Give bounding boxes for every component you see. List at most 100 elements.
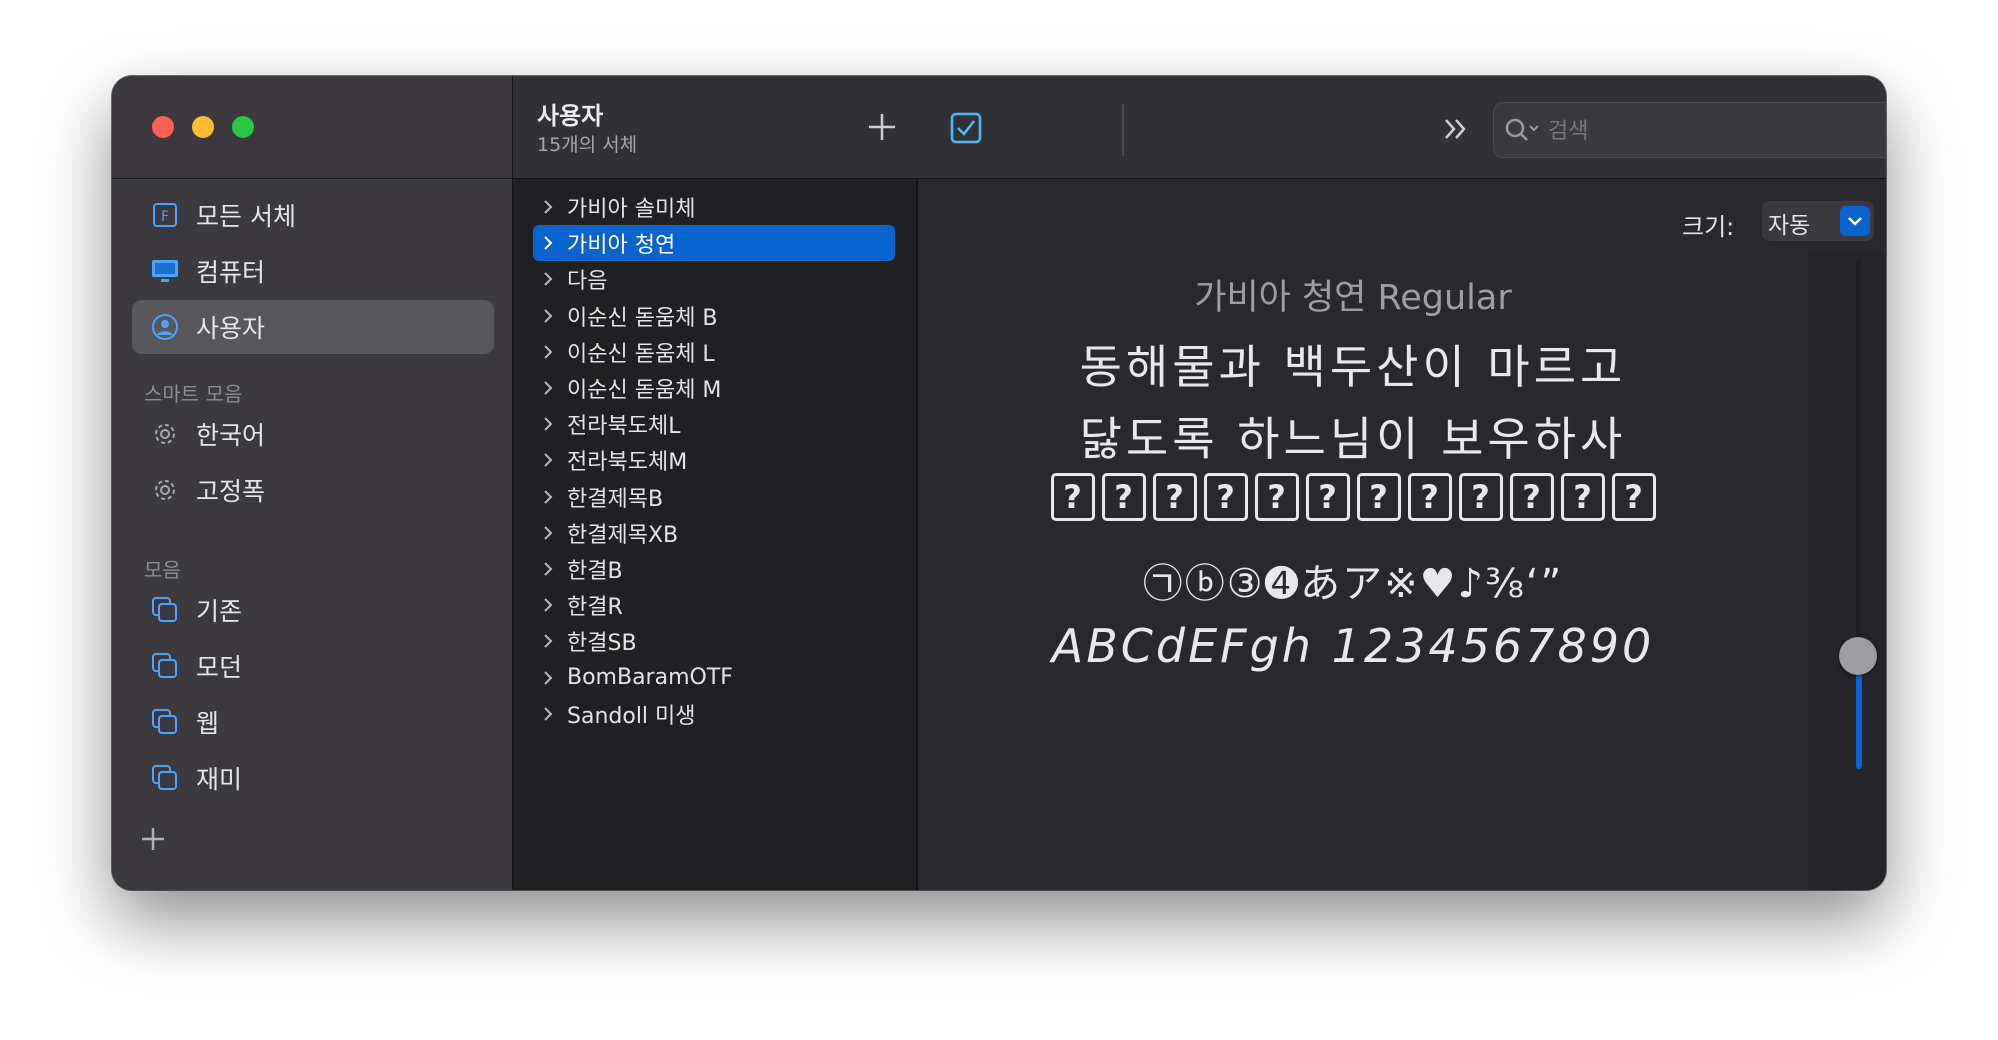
chevron-right-icon[interactable] xyxy=(543,707,553,721)
chevron-down-icon xyxy=(1840,206,1870,236)
sidebar-item-modern[interactable]: 모던 xyxy=(132,639,494,693)
size-value: 자동 xyxy=(1768,213,1811,239)
sidebar-item-korean[interactable]: 한국어 xyxy=(132,407,494,461)
search-input[interactable] xyxy=(1546,113,1886,149)
sidebar-item-label: 모던 xyxy=(196,653,243,682)
chevron-right-icon[interactable] xyxy=(543,381,553,395)
sidebar: F 모든 서체 컴퓨터 사용자 스마트 모음 한국어 고정폭 모음 기존 모던 … xyxy=(112,76,513,890)
font-family-name: 가비아 솔미체 xyxy=(567,197,696,222)
chevron-right-icon[interactable] xyxy=(543,526,553,540)
font-family-row[interactable]: 한결SB xyxy=(533,623,895,659)
size-select[interactable]: 자동 xyxy=(1762,201,1874,241)
sidebar-divider xyxy=(112,178,512,179)
gear-icon xyxy=(150,475,180,505)
font-count: 15개의 서체 xyxy=(537,134,638,156)
sidebar-item-label: 고정폭 xyxy=(196,477,266,506)
font-family-row[interactable]: 이순신 돋움체 M xyxy=(533,370,895,406)
font-family-name: Sandoll 미생 xyxy=(567,703,696,729)
computer-icon xyxy=(150,256,180,286)
size-label: 크기: xyxy=(1682,213,1735,241)
font-family-row[interactable]: 이순신 돋움체 L xyxy=(533,334,895,370)
chevron-right-icon[interactable] xyxy=(543,236,553,250)
missing-glyph-box: ? xyxy=(1356,473,1401,521)
font-family-row[interactable]: 전라북도체L xyxy=(533,406,895,442)
collection-icon xyxy=(150,595,180,625)
font-family-name: BomBaramOTF xyxy=(567,665,733,691)
chevron-right-icon[interactable] xyxy=(543,489,553,504)
font-book-window: F 모든 서체 컴퓨터 사용자 스마트 모음 한국어 고정폭 모음 기존 모던 … xyxy=(112,76,1886,890)
font-family-row[interactable]: 이순신 돋움체 B xyxy=(533,298,895,334)
slider-gutter xyxy=(1808,251,1886,890)
zoom-button[interactable] xyxy=(232,116,254,138)
chevron-right-icon[interactable] xyxy=(543,345,553,359)
search-field[interactable] xyxy=(1493,102,1886,158)
double-chevron-right-icon xyxy=(1445,119,1466,139)
sidebar-item-classic[interactable]: 기존 xyxy=(132,583,494,637)
sidebar-item-monospace[interactable]: 고정폭 xyxy=(132,463,494,517)
collection-icon xyxy=(150,707,180,737)
more-toolbar-items-button[interactable] xyxy=(1441,116,1471,142)
validate-font-button[interactable] xyxy=(950,112,982,144)
chevron-right-icon[interactable] xyxy=(543,417,553,431)
sidebar-item-all-fonts[interactable]: F 모든 서체 xyxy=(132,188,494,242)
add-font-button[interactable] xyxy=(867,112,897,142)
font-family-row[interactable]: 다음 xyxy=(533,261,895,297)
close-button[interactable] xyxy=(152,116,174,138)
sidebar-item-label: 컴퓨터 xyxy=(196,258,266,287)
chevron-right-icon[interactable] xyxy=(543,598,553,612)
font-family-name: 이순신 돋움체 M xyxy=(567,378,722,403)
font-family-row[interactable]: Sandoll 미생 xyxy=(533,696,895,732)
font-family-name: 한결B xyxy=(567,559,623,584)
missing-glyph-box: ? xyxy=(1407,473,1452,521)
sidebar-item-label: 기존 xyxy=(196,597,243,626)
preview-font-title: 가비아 청연 Regular xyxy=(1194,278,1512,318)
collections-heading: 모음 xyxy=(144,558,181,582)
user-icon xyxy=(150,312,180,342)
font-family-row[interactable]: BomBaramOTF xyxy=(533,660,895,696)
sidebar-item-computer[interactable]: 컴퓨터 xyxy=(132,244,494,298)
preview-sample-line: 동해물과 백두산이 마르고 xyxy=(1079,340,1627,394)
font-family-row[interactable]: 한결R xyxy=(533,587,895,623)
font-family-row[interactable]: 한결B xyxy=(533,551,895,587)
missing-glyph-box: ? xyxy=(1305,473,1350,521)
chevron-right-icon[interactable] xyxy=(543,308,553,323)
sidebar-item-label: 모든 서체 xyxy=(196,202,296,231)
missing-glyph-box: ? xyxy=(1101,473,1146,521)
chevron-right-icon[interactable] xyxy=(543,200,553,214)
chevron-right-icon[interactable] xyxy=(543,670,553,685)
chevron-right-icon[interactable] xyxy=(543,453,553,468)
sidebar-item-user[interactable]: 사용자 xyxy=(132,300,494,354)
font-family-name: 다음 xyxy=(567,269,608,295)
font-book-icon: F xyxy=(150,200,180,230)
font-family-name: 한결제목B xyxy=(567,486,664,512)
missing-glyph-box: ? xyxy=(1254,473,1299,521)
missing-glyph-box: ? xyxy=(1458,473,1503,521)
collection-icon xyxy=(150,651,180,681)
add-collection-button[interactable] xyxy=(138,824,168,854)
missing-glyph-row: ???????????? xyxy=(918,473,1788,521)
size-slider-thumb[interactable] xyxy=(1839,637,1877,675)
search-icon xyxy=(1505,118,1539,141)
toolbar-separator xyxy=(1122,104,1124,156)
font-family-row[interactable]: 전라북도체M xyxy=(533,442,895,478)
minimize-button[interactable] xyxy=(192,116,214,138)
font-family-row[interactable]: 가비아 청연 xyxy=(533,225,895,262)
font-family-row[interactable]: 한결제목XB xyxy=(533,515,895,551)
svg-text:F: F xyxy=(161,209,169,225)
page-title: 사용자 xyxy=(537,102,604,130)
font-family-row[interactable]: 한결제목B xyxy=(533,479,895,515)
chevron-right-icon[interactable] xyxy=(543,272,553,287)
font-family-name: 전라북도체L xyxy=(567,414,681,440)
gear-icon xyxy=(150,419,180,449)
font-family-row[interactable]: 가비아 솔미체 xyxy=(533,189,895,225)
sidebar-item-fun[interactable]: 재미 xyxy=(132,751,494,805)
missing-glyph-box: ? xyxy=(1050,473,1095,521)
sidebar-item-web[interactable]: 웹 xyxy=(132,695,494,749)
chevron-right-icon[interactable] xyxy=(543,634,553,649)
missing-glyph-box: ? xyxy=(1560,473,1605,521)
font-family-name: 전라북도체M xyxy=(567,450,688,476)
chevron-right-icon[interactable] xyxy=(543,562,553,576)
plus-icon xyxy=(142,828,164,850)
missing-glyph-box: ? xyxy=(1509,473,1554,521)
font-list: 가비아 솔미체가비아 청연다음이순신 돋움체 B 이순신 돋움체 L 이순신 돋움체… xyxy=(513,179,918,890)
